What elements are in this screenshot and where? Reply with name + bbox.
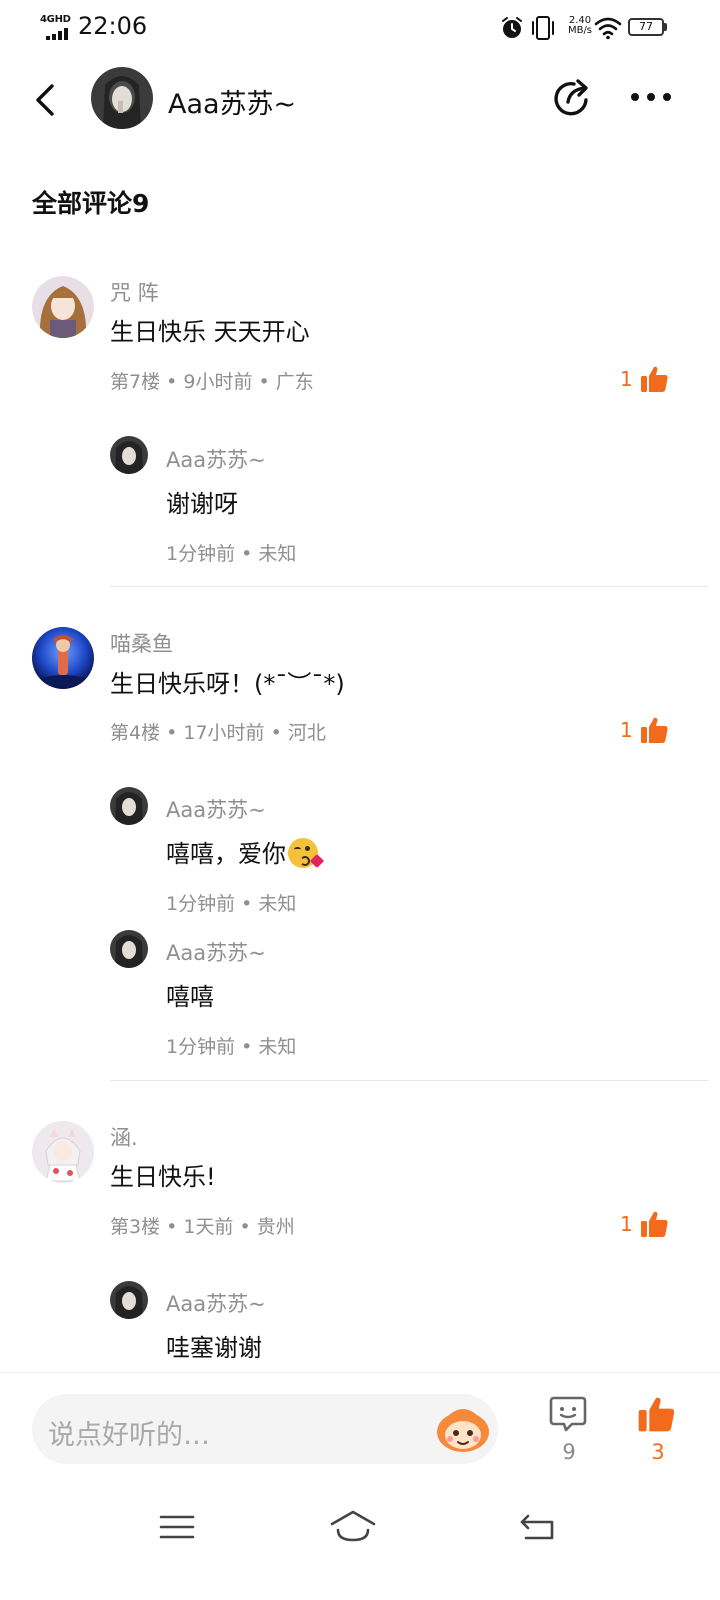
- alarm-icon: [502, 17, 522, 38]
- kissing-face-icon: [288, 838, 325, 869]
- more-icon[interactable]: [628, 84, 674, 110]
- commenter-name[interactable]: 咒 阵: [110, 277, 159, 307]
- network-type: 4GHD: [40, 14, 71, 25]
- reply-name[interactable]: Aaa苏苏~: [166, 794, 266, 824]
- reply-meta: 1分钟前 • 未知: [166, 1036, 297, 1058]
- commenter-name[interactable]: 涵.: [110, 1122, 138, 1152]
- page-title: Aaa苏苏~: [168, 89, 297, 120]
- comment-meta: 第3楼 • 1天前 • 贵州: [110, 1216, 295, 1238]
- wifi-icon: [594, 17, 622, 40]
- status-time: 22:06: [78, 12, 148, 40]
- commenter-avatar[interactable]: [32, 276, 94, 338]
- header-avatar[interactable]: [91, 67, 153, 129]
- comment-meta: 第7楼 • 9小时前 • 广东: [110, 371, 314, 393]
- comment-text: 生日快乐呀！(*¯︶¯*): [110, 670, 345, 698]
- comment-text: 生日快乐 天天开心: [110, 318, 310, 346]
- comment-divider: [110, 586, 708, 587]
- reply-text: 嘻嘻，爱你: [166, 840, 286, 868]
- reply-meta: 1分钟前 • 未知: [166, 893, 297, 915]
- status-bar: 4GHD 22:06 2.40 MB/s 77: [0, 0, 720, 56]
- reply-avatar[interactable]: [110, 436, 148, 474]
- thumbs-up-icon: [640, 717, 668, 743]
- vibrate-icon: [532, 16, 554, 40]
- like-count: 1: [620, 718, 633, 742]
- comments-count-title: 全部评论9: [32, 189, 150, 218]
- commenter-avatar[interactable]: [32, 1121, 94, 1183]
- home-icon[interactable]: [328, 1508, 378, 1544]
- like-count: 1: [620, 367, 633, 391]
- like-count: 1: [620, 1212, 633, 1236]
- battery-level: 77: [639, 20, 653, 33]
- share-icon[interactable]: [550, 76, 594, 120]
- comment-icon[interactable]: [548, 1394, 588, 1434]
- thumbs-up-icon[interactable]: [636, 1394, 676, 1434]
- reply-text: 哇塞谢谢: [166, 1334, 262, 1362]
- comment-count: 9: [562, 1440, 576, 1464]
- comment-meta: 第4楼 • 17小时前 • 河北: [110, 722, 326, 744]
- reply-meta: 1分钟前 • 未知: [166, 543, 297, 565]
- reply-name[interactable]: Aaa苏苏~: [166, 937, 266, 967]
- reply-avatar[interactable]: [110, 930, 148, 968]
- battery-cap: [664, 23, 667, 31]
- thumbs-up-icon: [640, 1211, 668, 1237]
- signal-icon: 4GHD: [40, 14, 74, 40]
- reply-text: 嘻嘻: [166, 983, 214, 1011]
- reply-name[interactable]: Aaa苏苏~: [166, 1288, 266, 1318]
- reply-text-row: 嘻嘻，爱你: [166, 834, 325, 869]
- comment-text: 生日快乐!: [110, 1163, 216, 1191]
- reply-name[interactable]: Aaa苏苏~: [166, 444, 266, 474]
- back-icon[interactable]: [30, 80, 62, 120]
- comment-like-button[interactable]: 1: [620, 1209, 669, 1239]
- input-placeholder: 说点好听的…: [48, 1420, 210, 1451]
- reply-avatar[interactable]: [110, 1281, 148, 1319]
- commenter-avatar[interactable]: [32, 627, 94, 689]
- comment-like-button[interactable]: 1: [620, 364, 669, 394]
- reply-text: 谢谢呀: [166, 490, 238, 518]
- commenter-name[interactable]: 喵桑鱼: [110, 628, 173, 658]
- mascot-emoji-icon[interactable]: [434, 1404, 492, 1454]
- comment-divider: [110, 1080, 708, 1081]
- battery-icon: 77: [628, 18, 664, 36]
- reply-avatar[interactable]: [110, 787, 148, 825]
- comment-like-button[interactable]: 1: [620, 715, 669, 745]
- comment-input[interactable]: 说点好听的…: [32, 1394, 498, 1464]
- back-nav-icon[interactable]: [518, 1510, 558, 1542]
- menu-icon[interactable]: [158, 1512, 196, 1542]
- thumbs-up-icon: [640, 366, 668, 392]
- like-count: 3: [651, 1440, 665, 1464]
